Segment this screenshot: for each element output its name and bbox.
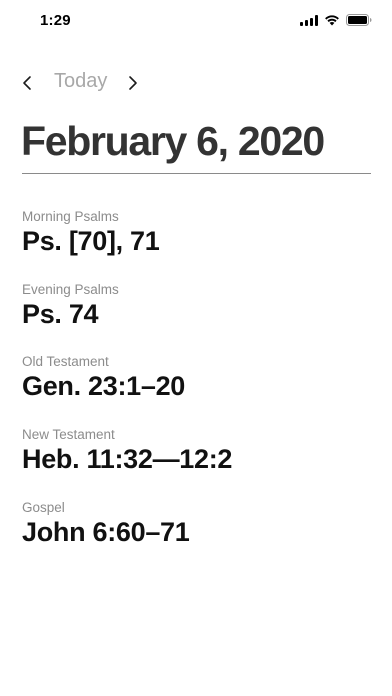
reading-gospel: Gospel John 6:60–71 [22, 500, 190, 548]
reading-evening-psalms: Evening Psalms Ps. 74 [22, 282, 119, 330]
reading-old-testament: Old Testament Gen. 23:1–20 [22, 354, 185, 402]
date-navigation: Today [0, 66, 392, 100]
reading-label: New Testament [22, 427, 115, 442]
reading-reference[interactable]: Gen. 23:1–20 [22, 370, 185, 402]
chevron-right-icon[interactable] [124, 74, 140, 92]
page-title: February 6, 2020 [21, 118, 325, 164]
reading-label: Evening Psalms [22, 282, 119, 297]
reading-new-testament: New Testament Heb. 11:32—12:2 [22, 427, 232, 475]
today-button[interactable]: Today [54, 70, 107, 93]
battery-icon [346, 14, 372, 26]
status-bar: 1:29 [0, 0, 392, 44]
reading-reference[interactable]: Ps. [70], 71 [22, 225, 160, 257]
status-icons [300, 14, 372, 26]
cellular-signal-icon [300, 14, 318, 26]
wifi-icon [324, 14, 340, 26]
reading-reference[interactable]: Heb. 11:32—12:2 [22, 443, 232, 475]
divider [22, 173, 371, 174]
status-time: 1:29 [40, 12, 71, 29]
chevron-left-icon[interactable] [20, 74, 36, 92]
reading-label: Old Testament [22, 354, 109, 369]
reading-morning-psalms: Morning Psalms Ps. [70], 71 [22, 209, 160, 257]
reading-reference[interactable]: John 6:60–71 [22, 516, 190, 548]
reading-reference[interactable]: Ps. 74 [22, 298, 119, 330]
reading-label: Gospel [22, 500, 65, 515]
reading-label: Morning Psalms [22, 209, 119, 224]
